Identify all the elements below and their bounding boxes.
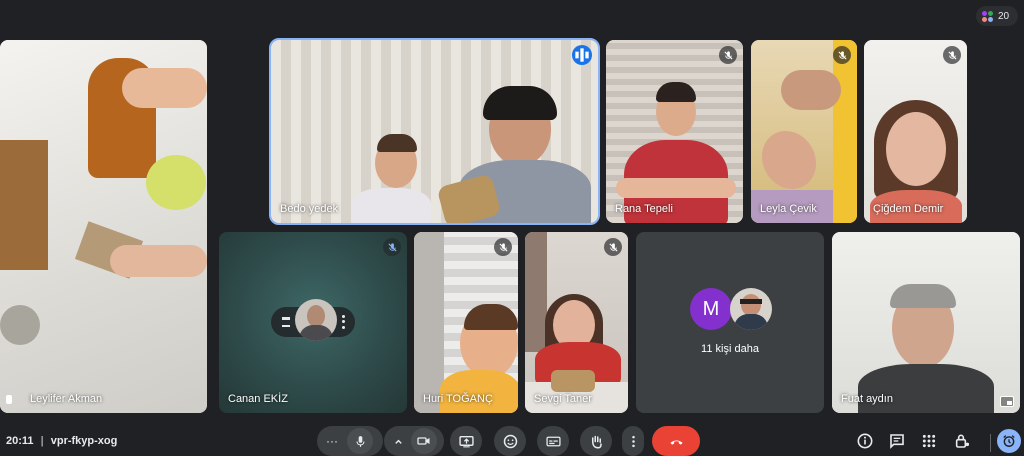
pin-icon — [282, 317, 290, 327]
video-feed — [606, 40, 743, 223]
avatar — [730, 288, 772, 330]
video-feed — [0, 40, 207, 413]
pin-button[interactable] — [279, 314, 293, 330]
video-tile-huri[interactable]: Huri TOĞANÇ — [414, 232, 518, 413]
video-tile-leylifer[interactable]: Leylifer Akman — [0, 40, 207, 413]
chat-icon — [890, 434, 904, 449]
people-icon — [982, 10, 994, 22]
microphone-icon — [355, 435, 365, 447]
chat-button[interactable] — [888, 432, 906, 450]
video-feed — [414, 232, 518, 413]
participant-name: Rana Tepeli — [615, 203, 673, 215]
chevron-up-icon — [394, 439, 402, 444]
avatar-letter: M — [702, 297, 720, 320]
video-tile-sevgi[interactable]: Sevgi Taner — [525, 232, 628, 413]
video-feed — [864, 40, 967, 223]
captions-button[interactable] — [537, 426, 569, 456]
reactions-button[interactable] — [494, 426, 526, 456]
clock: 20:11 — [6, 435, 34, 447]
raise-hand-button[interactable] — [580, 426, 612, 456]
participant-name: Bedo yedek — [280, 203, 339, 215]
meeting-details-button[interactable] — [856, 432, 874, 450]
pin-icon — [6, 395, 12, 404]
participant-name: Leylifer Akman — [30, 393, 103, 405]
audio-options-button[interactable]: ··· — [322, 433, 342, 449]
meeting-info: 20:11 | vpr-fkyp-xog — [6, 435, 118, 447]
participant-name: Canan EKİZ — [228, 393, 288, 405]
microphone-button[interactable] — [347, 428, 373, 454]
info-icon — [857, 433, 873, 449]
mic-off-icon — [604, 238, 622, 256]
hand-icon — [591, 435, 602, 449]
participant-name: Çiğdem Demir — [873, 203, 944, 215]
present-screen-icon — [458, 435, 474, 447]
video-tile-canan[interactable]: Canan EKİZ — [219, 232, 407, 413]
video-feed — [525, 232, 628, 413]
hang-up-icon — [669, 440, 683, 445]
companion-button[interactable] — [997, 429, 1021, 453]
participant-name: Sevgi Taner — [534, 393, 592, 405]
more-vert-icon — [631, 435, 635, 447]
mic-off-icon — [719, 46, 737, 64]
divider — [990, 434, 991, 452]
participant-name: Leyla Çevik — [760, 203, 817, 215]
bottom-bar: 20:11 | vpr-fkyp-xog ··· — [0, 426, 1024, 456]
mic-off-icon — [833, 46, 851, 64]
others-tile[interactable]: M 11 kişi daha — [636, 232, 824, 413]
video-feed — [832, 232, 1020, 413]
others-count-label: 11 kişi daha — [701, 343, 759, 355]
host-controls-button[interactable] — [953, 432, 971, 450]
more-options-button[interactable] — [339, 314, 347, 330]
participant-name: Huri TOĞANÇ — [423, 393, 493, 405]
meeting-code: vpr-fkyp-xog — [50, 435, 118, 447]
lock-person-icon — [955, 434, 970, 448]
video-tile-bedo[interactable]: Bedo yedek — [269, 38, 600, 225]
activities-button[interactable] — [920, 432, 938, 450]
picture-in-picture-icon[interactable] — [1000, 396, 1014, 407]
emoji-icon — [503, 434, 517, 448]
mic-off-icon — [943, 46, 961, 64]
more-options-button[interactable] — [622, 426, 644, 456]
alarm-clock-icon — [1003, 435, 1015, 447]
camera-icon — [417, 437, 430, 445]
camera-button[interactable] — [411, 428, 437, 454]
video-feed — [271, 40, 598, 223]
more-horiz-icon: ··· — [326, 434, 338, 448]
mic-off-icon — [383, 238, 401, 256]
leave-call-button[interactable] — [652, 426, 700, 456]
apps-grid-icon — [922, 434, 936, 448]
avatar — [295, 299, 337, 341]
mic-off-icon — [494, 238, 512, 256]
video-tile-cigdem[interactable]: Çiğdem Demir — [864, 40, 967, 223]
video-tile-fuat[interactable]: Fuat aydın — [832, 232, 1020, 413]
speaking-indicator-icon — [572, 45, 592, 65]
present-screen-button[interactable] — [450, 426, 482, 456]
participant-count-badge[interactable]: 20 — [976, 6, 1018, 26]
avatar: M — [690, 288, 732, 330]
video-feed — [751, 40, 857, 223]
video-options-button[interactable] — [390, 434, 406, 448]
video-tile-leyla[interactable]: Leyla Çevik — [751, 40, 857, 223]
video-tile-rana[interactable]: Rana Tepeli — [606, 40, 743, 223]
captions-icon — [545, 436, 561, 446]
participant-count: 20 — [998, 10, 1010, 22]
participant-name: Fuat aydın — [841, 393, 893, 405]
